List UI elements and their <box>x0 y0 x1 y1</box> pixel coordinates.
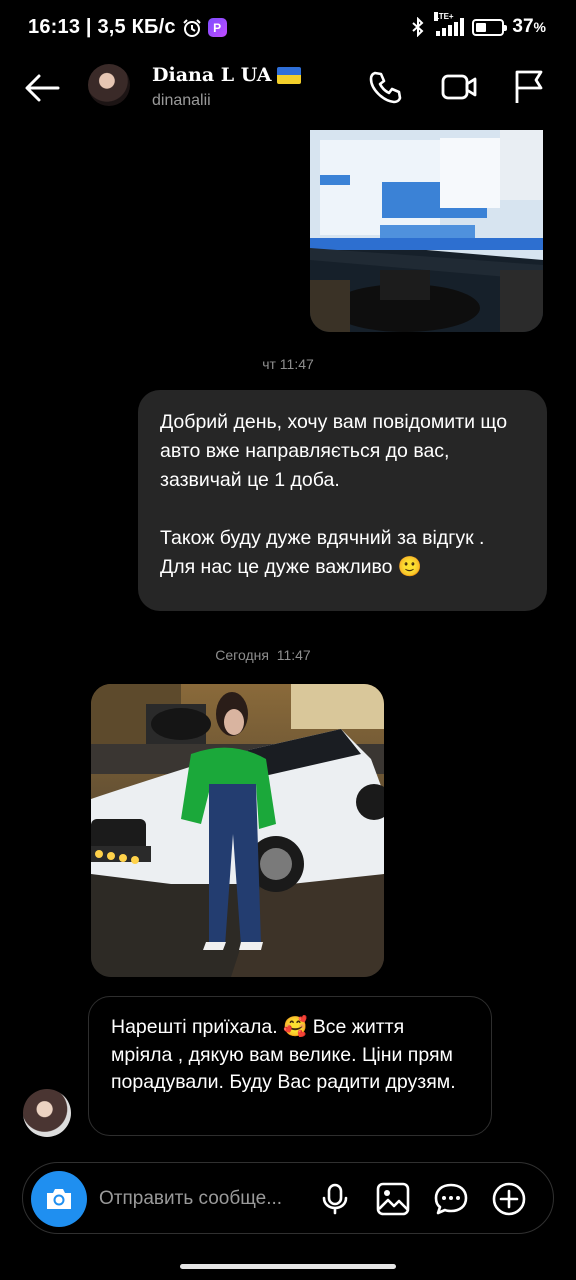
status-bar: 16:13 | 3,5 КБ/с P LTE+ 37% <box>0 0 576 56</box>
sender-avatar[interactable] <box>23 1089 71 1137</box>
timestamp: Сегодня 11:47 <box>215 647 311 663</box>
timestamp: чт 11:47 <box>262 356 314 372</box>
phone-icon[interactable] <box>366 68 404 106</box>
bluetooth-icon <box>412 17 424 37</box>
contact-name[interactable]: Diana L UA <box>152 64 302 86</box>
status-right: LTE+ 37% <box>408 12 546 38</box>
contact-username: dinanalii <box>152 92 211 109</box>
battery-percent: 37% <box>512 16 546 37</box>
message-input[interactable] <box>99 1185 309 1213</box>
avatar[interactable] <box>88 64 130 106</box>
video-camera-icon[interactable] <box>440 68 478 106</box>
message-composer <box>22 1162 554 1234</box>
microphone-icon[interactable] <box>317 1181 353 1217</box>
outgoing-message-bubble[interactable]: Добрий день, хочу вам повідомити що авто… <box>138 390 547 611</box>
contact-name-text: Diana L UA <box>152 64 272 86</box>
network-type: LTE+ <box>434 12 454 21</box>
alarm-icon <box>182 18 201 37</box>
camera-button[interactable] <box>31 1171 87 1227</box>
status-time-speed: 16:13 | 3,5 КБ/с <box>28 16 176 38</box>
camera-icon <box>47 1189 71 1209</box>
car-photo <box>91 684 384 977</box>
chat-header: Diana L UA dinanalii <box>0 56 576 120</box>
incoming-message-bubble[interactable]: Нарешті приїхала. 🥰 Все життя мріяла , д… <box>88 996 492 1136</box>
plus-icon[interactable] <box>491 1181 527 1217</box>
flag-icon[interactable] <box>510 68 548 106</box>
signal-icon: LTE+ <box>434 12 465 36</box>
ukraine-flag-icon <box>277 66 302 84</box>
home-indicator[interactable] <box>180 1264 396 1269</box>
battery-icon <box>472 18 508 36</box>
shared-screenshot-image[interactable] <box>310 130 543 332</box>
monitor-photo <box>310 130 543 332</box>
gallery-icon[interactable] <box>375 1181 411 1217</box>
back-arrow-icon[interactable] <box>22 70 62 106</box>
incoming-photo[interactable] <box>91 684 384 977</box>
sticker-icon[interactable] <box>433 1181 469 1217</box>
status-left: 16:13 | 3,5 КБ/с P <box>28 16 227 39</box>
incoming-message-text: Нарешті приїхала. 🥰 Все життя мріяла , д… <box>111 1016 456 1093</box>
outgoing-message-text: Добрий день, хочу вам повідомити що авто… <box>160 411 508 578</box>
battery-fill <box>476 22 487 32</box>
app-badge-icon: P <box>207 18 227 37</box>
